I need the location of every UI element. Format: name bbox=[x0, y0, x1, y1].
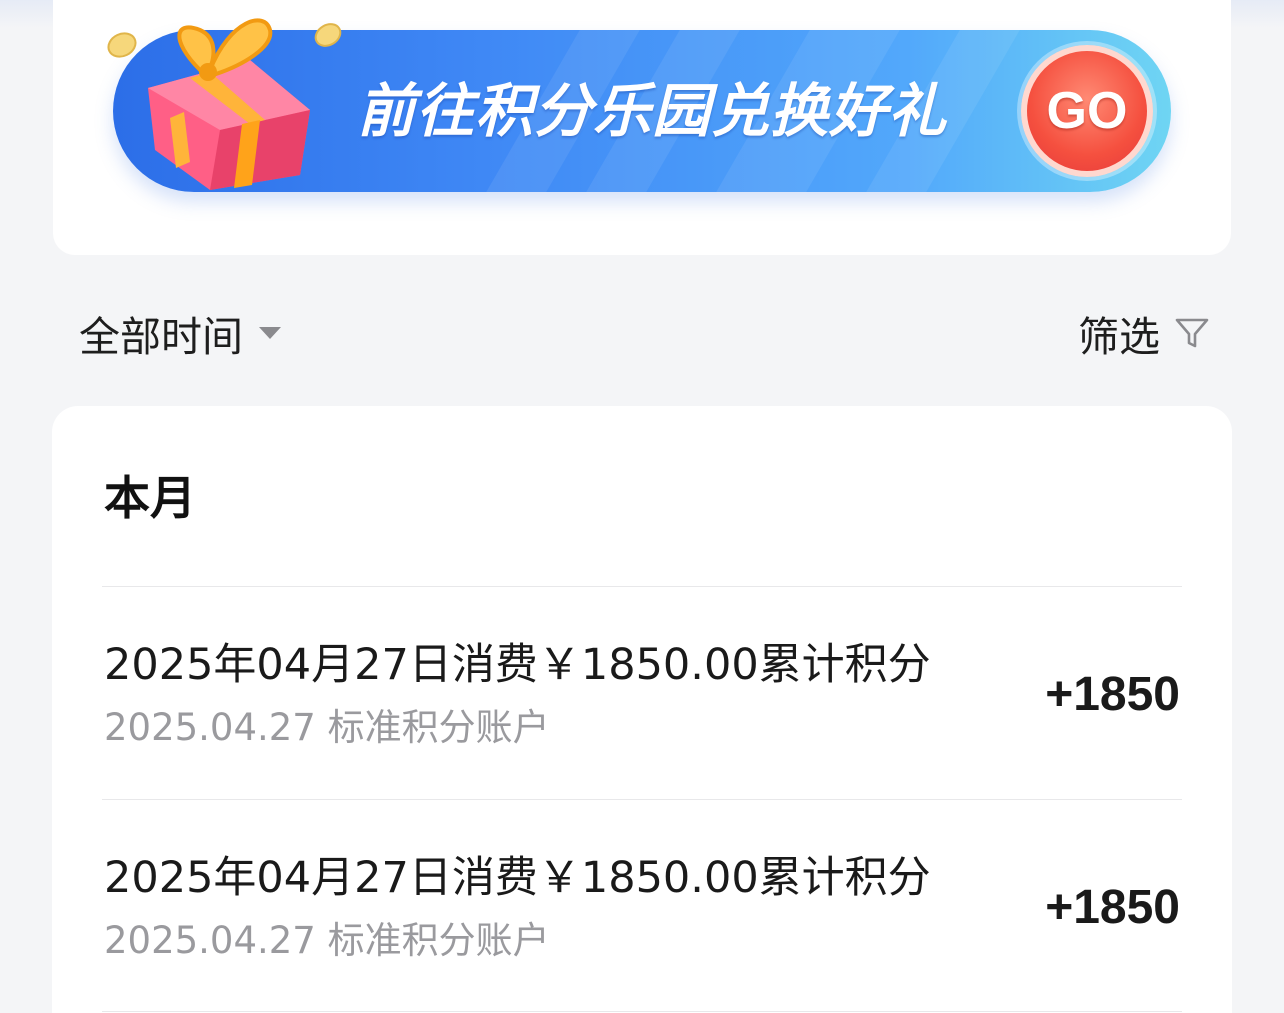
record-points: +1850 bbox=[1045, 881, 1180, 934]
banner-title: 前往积分乐园兑换好礼 bbox=[357, 77, 948, 145]
list-item[interactable]: 2025年04月27日消费￥1850.00累计积分 2025.04.27 标准积… bbox=[102, 800, 1182, 1012]
record-points: +1850 bbox=[1045, 668, 1180, 721]
divider bbox=[102, 1011, 1182, 1012]
record-title: 2025年04月27日消费￥1850.00累计积分 bbox=[104, 853, 931, 903]
filter-bar: 全部时间 筛选 bbox=[0, 290, 1284, 375]
time-range-dropdown[interactable]: 全部时间 bbox=[79, 308, 281, 361]
list-item[interactable]: 2025年04月27日消费￥1850.00累计积分 2025.04.27 标准积… bbox=[102, 587, 1182, 799]
filter-label: 筛选 bbox=[1078, 313, 1160, 361]
records-card: 本月 2025年04月27日消费￥1850.00累计积分 2025.04.27 … bbox=[52, 406, 1232, 1013]
section-title: 本月 bbox=[104, 471, 196, 525]
go-button[interactable]: GO bbox=[1021, 45, 1153, 177]
gift-box-icon bbox=[107, 18, 342, 190]
time-range-label: 全部时间 bbox=[79, 313, 243, 361]
record-subtitle: 2025.04.27 标准积分账户 bbox=[104, 919, 550, 962]
filter-button[interactable]: 筛选 bbox=[1078, 308, 1210, 361]
caret-down-icon bbox=[259, 327, 281, 339]
funnel-icon bbox=[1175, 318, 1209, 348]
record-title: 2025年04月27日消费￥1850.00累计积分 bbox=[104, 640, 931, 690]
points-page: 前往积分乐园兑换好礼 GO 全部时间 筛选 本月 2025年04月27日消费￥1… bbox=[0, 0, 1284, 1013]
record-subtitle: 2025.04.27 标准积分账户 bbox=[104, 706, 550, 749]
